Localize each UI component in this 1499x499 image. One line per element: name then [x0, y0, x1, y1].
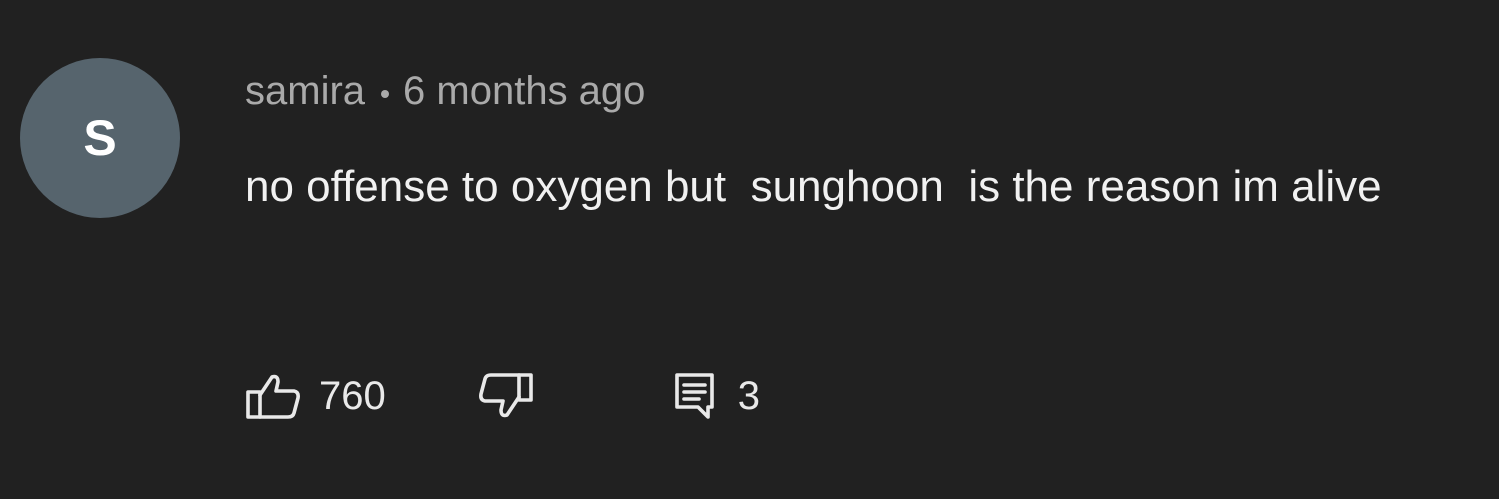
author-name[interactable]: samira: [245, 69, 365, 114]
separator-dot: [381, 90, 390, 98]
comment-header: samira 6 months ago: [245, 66, 645, 116]
thumbs-down-icon[interactable]: [476, 372, 534, 420]
thumbs-up-icon[interactable]: [245, 372, 303, 420]
comment-time[interactable]: 6 months ago: [403, 69, 645, 114]
avatar-letter: S: [83, 110, 117, 166]
comment: S samira 6 months ago no offense to oxyg…: [0, 0, 1499, 499]
like-count: 760: [319, 373, 386, 418]
avatar[interactable]: S: [20, 58, 180, 218]
comment-actions: 760 3: [245, 368, 760, 424]
comment-icon[interactable]: [674, 371, 716, 421]
reply-count: 3: [737, 373, 760, 418]
comment-text: no offense to oxygen but sunghoon is the…: [245, 162, 1382, 211]
